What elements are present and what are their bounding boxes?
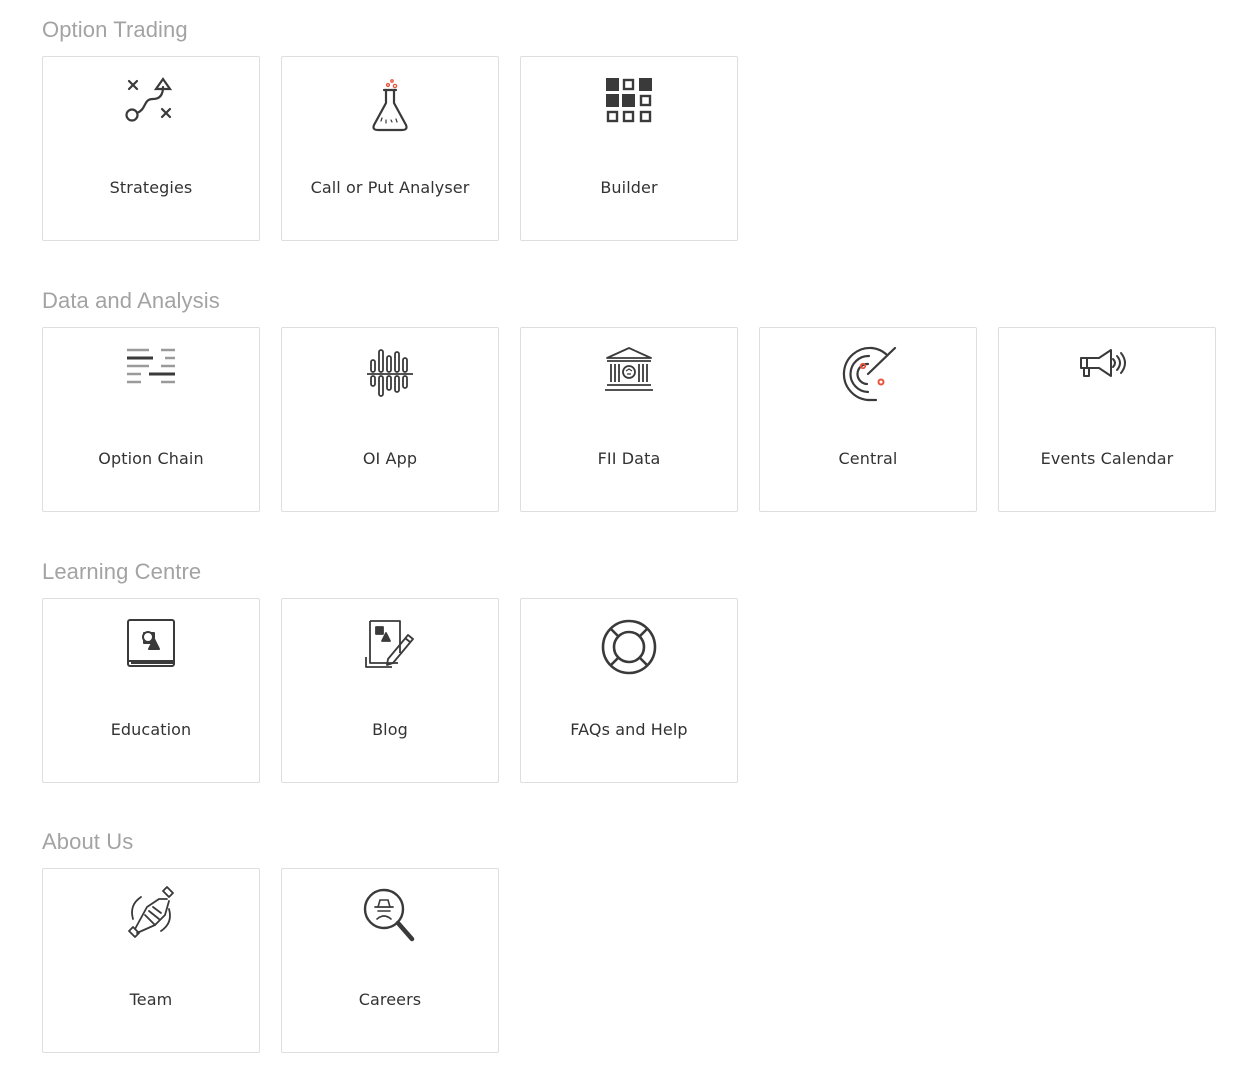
lifebuoy-icon — [597, 615, 661, 679]
card-oi-app[interactable]: OI App — [281, 327, 499, 512]
card-label: Team — [129, 990, 173, 1009]
pencil-paper-icon — [358, 615, 422, 679]
section-option-trading: Option Trading Strategies Call or Put An… — [42, 17, 738, 241]
book-icon — [119, 615, 183, 679]
card-team[interactable]: Team — [42, 868, 260, 1053]
card-label: Blog — [372, 720, 408, 739]
handshake-icon — [119, 885, 183, 949]
megaphone-icon — [1075, 344, 1139, 408]
card-label: OI App — [362, 449, 418, 468]
section-title: Learning Centre — [42, 559, 202, 584]
card-grid: Team Careers — [42, 868, 499, 1053]
card-builder[interactable]: Builder — [520, 56, 738, 241]
section-title: About Us — [42, 829, 134, 854]
section-about-us: About Us Team Careers — [42, 829, 499, 1053]
card-strategies[interactable]: Strategies — [42, 56, 260, 241]
card-label: Central — [838, 449, 898, 468]
card-careers[interactable]: Careers — [281, 868, 499, 1053]
chain-lines-icon — [119, 344, 183, 408]
card-call-or-put-analyser[interactable]: Call or Put Analyser — [281, 56, 499, 241]
section-title: Option Trading — [42, 17, 188, 42]
card-label: Careers — [358, 990, 422, 1009]
card-label: Call or Put Analyser — [310, 178, 470, 197]
card-label: Education — [110, 720, 192, 739]
bank-icon — [597, 344, 661, 408]
section-learning-centre: Learning Centre Education Blog FAQs and … — [42, 559, 738, 783]
card-grid: Strategies Call or Put Analyser Builder — [42, 56, 738, 241]
card-label: FAQs and Help — [570, 720, 688, 739]
magnifier-spy-icon — [358, 885, 422, 949]
flask-icon — [358, 73, 422, 137]
card-grid: Option Chain OI App FII Data Central Eve… — [42, 327, 1216, 512]
card-central[interactable]: Central — [759, 327, 977, 512]
card-blog[interactable]: Blog — [281, 598, 499, 783]
grid-blocks-icon — [597, 73, 661, 137]
card-education[interactable]: Education — [42, 598, 260, 783]
section-data-and-analysis: Data and Analysis Option Chain OI App FI… — [42, 288, 1216, 512]
card-label: FII Data — [597, 449, 661, 468]
strategy-path-icon — [119, 73, 183, 137]
card-label: Option Chain — [98, 449, 204, 468]
card-label: Builder — [600, 178, 658, 197]
radar-icon — [836, 344, 900, 408]
card-faqs-and-help[interactable]: FAQs and Help — [520, 598, 738, 783]
section-title: Data and Analysis — [42, 288, 220, 313]
card-label: Events Calendar — [1040, 449, 1174, 468]
card-label: Strategies — [109, 178, 193, 197]
bars-icon — [358, 344, 422, 408]
card-option-chain[interactable]: Option Chain — [42, 327, 260, 512]
card-fii-data[interactable]: FII Data — [520, 327, 738, 512]
card-events-calendar[interactable]: Events Calendar — [998, 327, 1216, 512]
card-grid: Education Blog FAQs and Help — [42, 598, 738, 783]
